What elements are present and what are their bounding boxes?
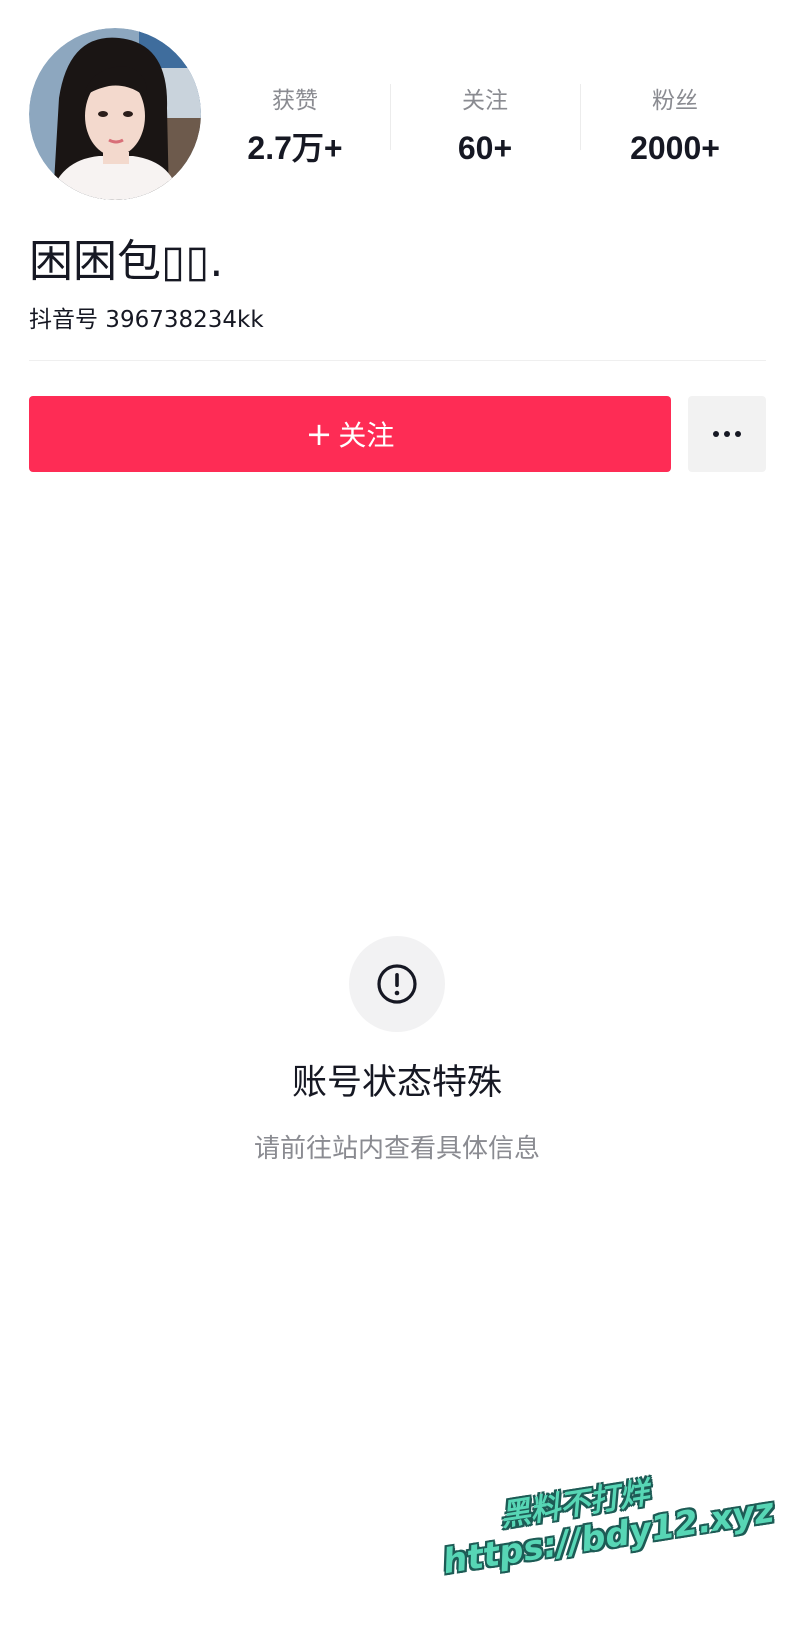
watermark: 黑料不打烊 https://bdy12.xyz xyxy=(433,1454,777,1608)
plus-icon: + xyxy=(305,415,333,453)
stat-following[interactable]: 关注 60+ xyxy=(390,80,580,170)
stat-likes[interactable]: 获赞 2.7万+ xyxy=(200,80,390,170)
avatar[interactable] xyxy=(29,28,201,200)
divider xyxy=(29,360,766,361)
stat-followers[interactable]: 粉丝 2000+ xyxy=(580,80,770,170)
stat-following-value: 60+ xyxy=(457,130,513,166)
profile-stats: 获赞 2.7万+ 关注 60+ 粉丝 2000+ xyxy=(200,80,770,170)
status-description: 请前往站内查看具体信息 xyxy=(253,1134,540,1164)
follow-button[interactable]: + 关注 xyxy=(29,396,671,472)
status-title: 账号状态特殊 xyxy=(291,1063,502,1103)
profile-account-id: 抖音号 396738234kk xyxy=(29,307,264,333)
more-dots-icon xyxy=(713,431,741,437)
stat-likes-value: 2.7万+ xyxy=(247,130,343,166)
avatar-photo xyxy=(29,28,201,200)
stat-followers-value: 2000+ xyxy=(630,130,720,166)
stat-followers-label: 粉丝 xyxy=(652,88,698,114)
stat-following-label: 关注 xyxy=(462,88,508,114)
follow-button-label: 关注 xyxy=(338,419,395,452)
profile-nickname: 困困包▯▯. xyxy=(29,236,224,287)
exclamation-circle-icon xyxy=(377,964,417,1004)
status-icon-container xyxy=(349,936,445,1032)
more-options-button[interactable] xyxy=(688,396,766,472)
stat-likes-label: 获赞 xyxy=(272,88,318,114)
